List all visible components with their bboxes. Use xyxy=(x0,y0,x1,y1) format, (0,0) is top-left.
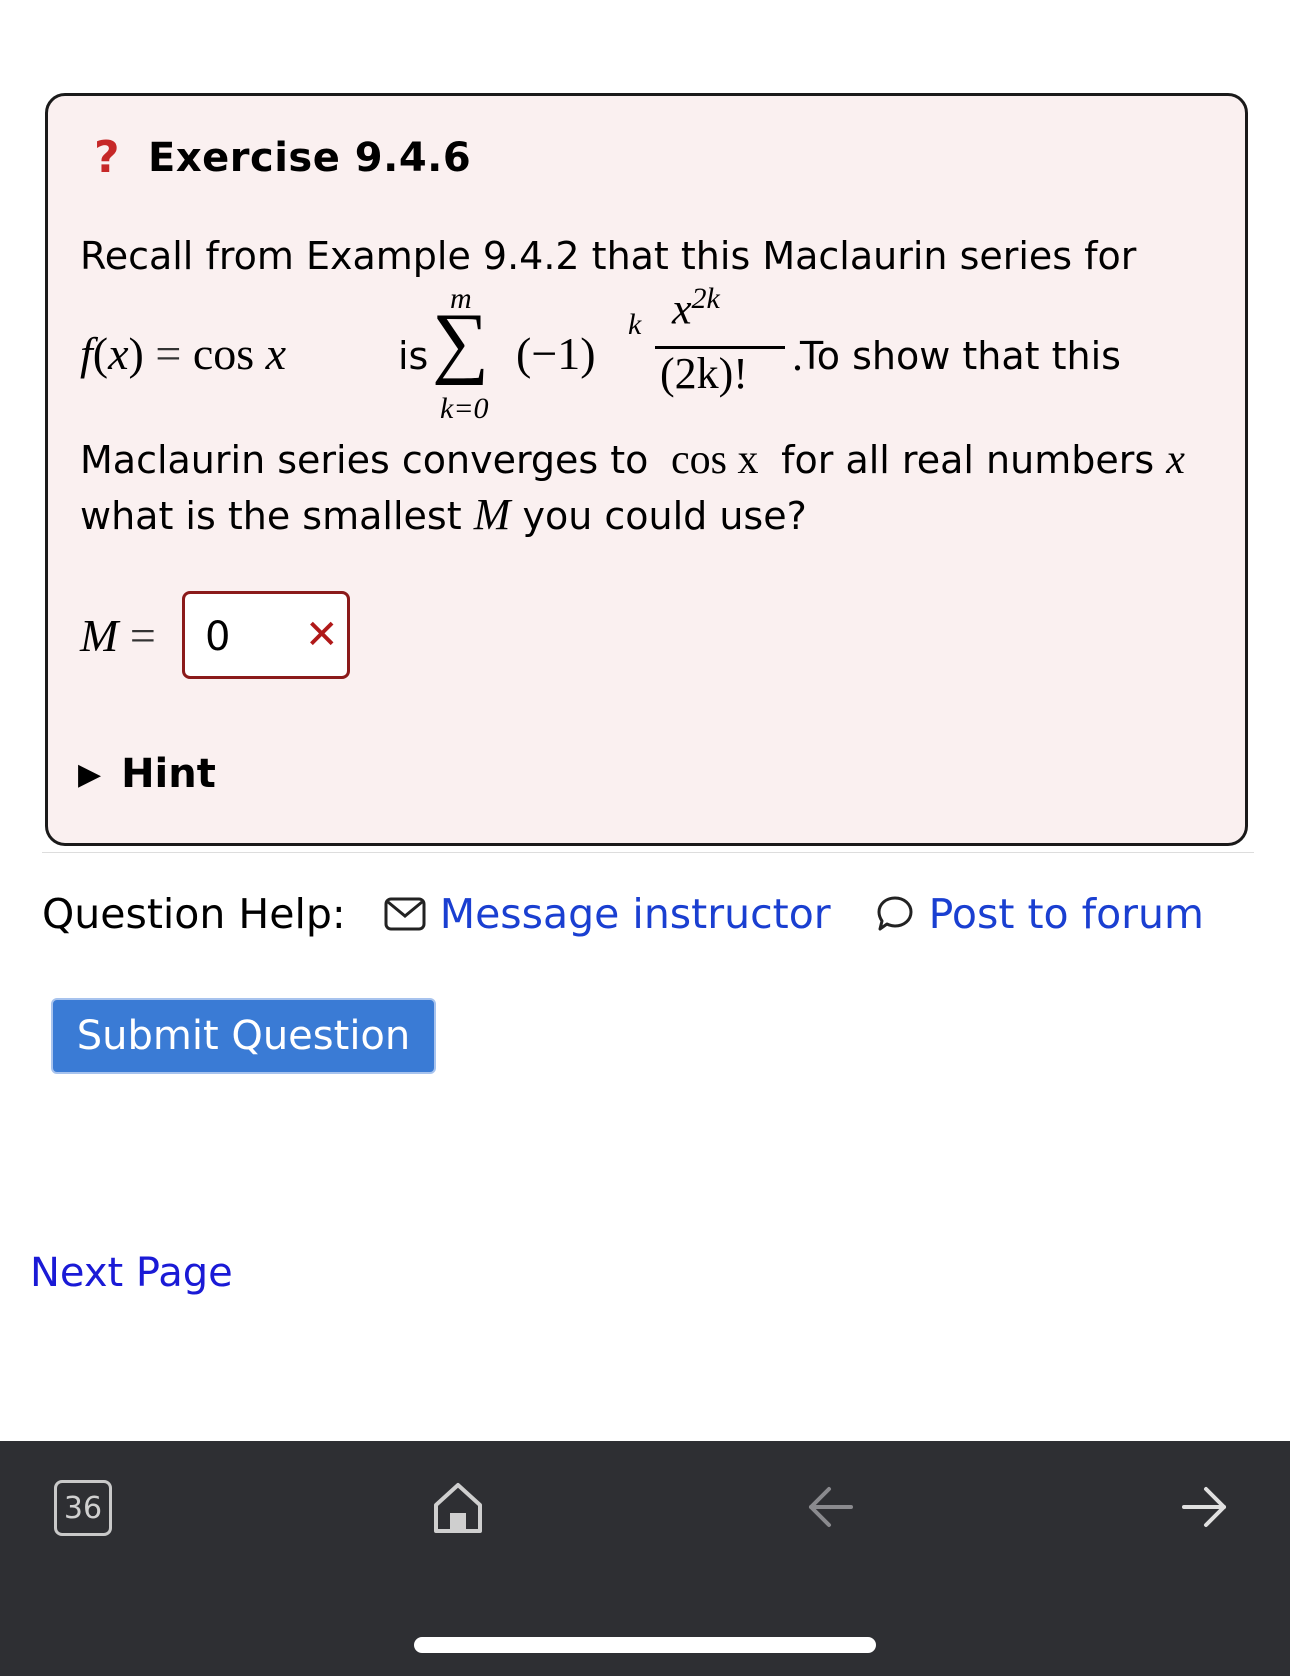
sum-lower-limit: k=0 xyxy=(440,392,489,425)
submit-question-button[interactable]: Submit Question xyxy=(51,998,436,1074)
numerator-base: x xyxy=(672,284,692,334)
question-help-label: Question Help: xyxy=(42,890,346,938)
incorrect-x-icon: ✕ xyxy=(305,612,339,658)
question-text-line: Recall from Example 9.4.2 that this Macl… xyxy=(80,234,1137,278)
disclosure-triangle-icon: ▶ xyxy=(78,756,102,792)
message-instructor-link[interactable]: Message instructor xyxy=(384,890,831,938)
summation-symbol: ∑ xyxy=(432,298,490,386)
hint-label: Hint xyxy=(121,751,216,797)
tab-count-button[interactable]: 36 xyxy=(54,1480,112,1536)
speech-bubble-icon xyxy=(877,896,913,931)
browser-bottom-bar: 36 xyxy=(0,1441,1290,1676)
divider xyxy=(42,852,1254,853)
numerator-exponent: 2k xyxy=(691,282,720,315)
exercise-box: ? Exercise 9.4.6 Recall from Example 9.4… xyxy=(45,93,1248,846)
fraction-denominator: (2k)! xyxy=(660,349,748,398)
question-mark-icon: ? xyxy=(94,132,121,183)
question-help: Question Help: Message instructor Post t… xyxy=(42,890,1204,938)
hint-toggle[interactable]: ▶ Hint xyxy=(78,751,216,797)
formula-lhs: f(x) = cos x xyxy=(80,328,287,379)
exercise-title: ? Exercise 9.4.6 xyxy=(94,132,471,183)
post-to-forum-link[interactable]: Post to forum xyxy=(875,890,1204,938)
home-icon[interactable] xyxy=(430,1479,486,1535)
back-arrow-icon[interactable] xyxy=(805,1485,855,1529)
exercise-title-text: Exercise 9.4.6 xyxy=(148,134,472,181)
answer-label: M = xyxy=(80,610,156,661)
fraction-numerator: x2k xyxy=(672,282,720,335)
answer-row: M = 0 ✕ xyxy=(80,591,480,681)
series-formula: f(x) = cos x is m ∑ k=0 (−1) k x2k (2k)!… xyxy=(80,282,1180,432)
sign-term-exponent: k xyxy=(628,308,642,341)
question-text-line: Maclaurin series converges to cos x for … xyxy=(80,437,1185,483)
answer-input[interactable]: 0 ✕ xyxy=(182,591,350,679)
home-indicator xyxy=(414,1637,876,1653)
formula-is-word: is xyxy=(398,334,429,378)
next-page-link[interactable]: Next Page xyxy=(30,1250,233,1296)
formula-tail-text: To show that this xyxy=(800,334,1121,378)
envelope-icon xyxy=(384,897,426,931)
forward-arrow-icon[interactable] xyxy=(1180,1485,1230,1529)
question-text-line: what is the smallest M you could use? xyxy=(80,490,807,539)
answer-input-value[interactable]: 0 xyxy=(205,614,230,660)
sign-term: (−1) xyxy=(516,328,596,379)
